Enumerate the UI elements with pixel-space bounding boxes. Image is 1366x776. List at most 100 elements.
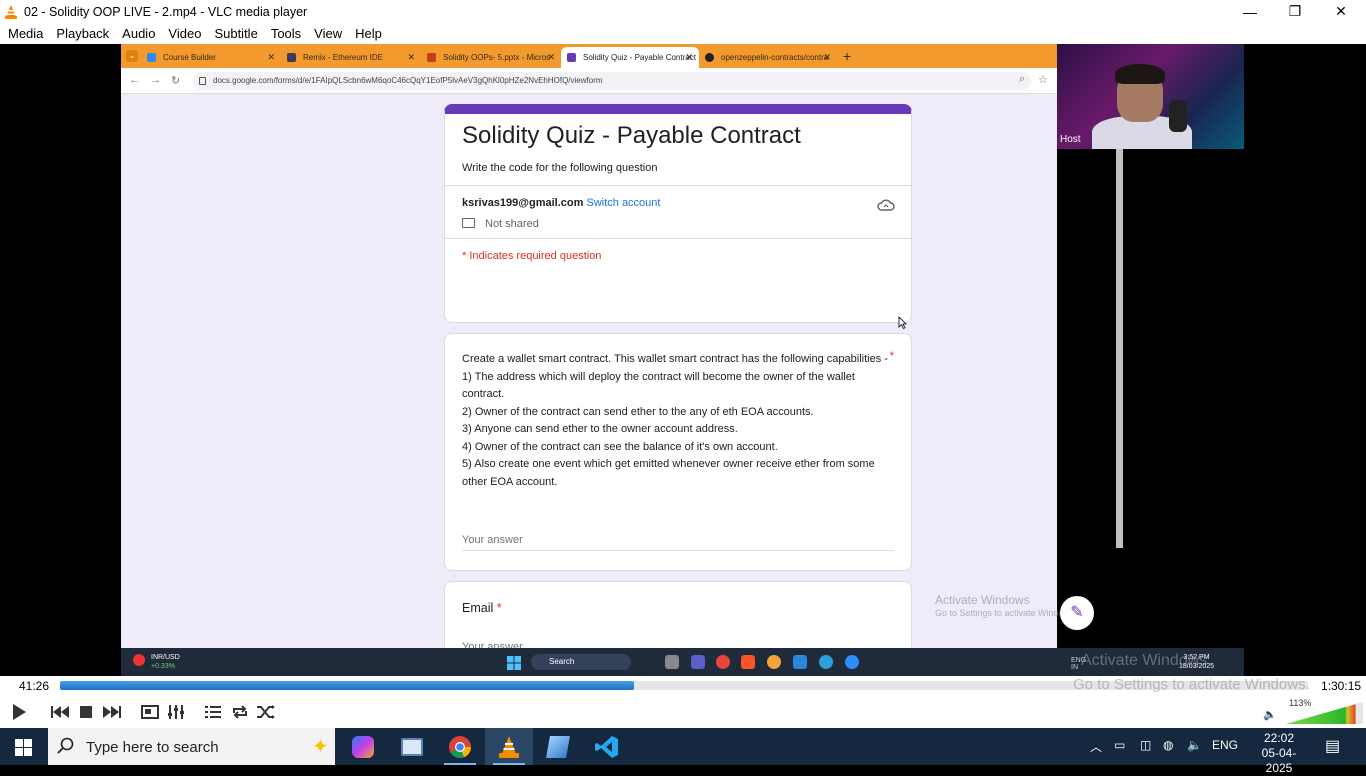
menu-view[interactable]: View xyxy=(314,26,342,41)
browser-tab: Remix - Ethereum IDE ✕ xyxy=(281,47,421,68)
shuffle-button[interactable] xyxy=(253,700,279,724)
system-clock[interactable]: 22:02 05-04-2025 xyxy=(1251,731,1307,776)
mouse-cursor-icon xyxy=(898,316,907,329)
favicon-icon xyxy=(427,53,436,62)
brave-icon xyxy=(741,655,755,669)
email-question-label: Email * xyxy=(462,601,502,615)
tab-close-icon: ✕ xyxy=(267,52,275,62)
browser-tab: openzeppelin-contracts/contra ✕ xyxy=(699,47,837,68)
windows-taskbar: Type here to search ✦ ︿ ▭ ◫ ◍ 🔈 ENG 22:0… xyxy=(0,728,1366,775)
menu-playback[interactable]: Playback xyxy=(56,26,109,41)
extended-settings-button[interactable] xyxy=(163,700,189,724)
github-icon xyxy=(705,53,714,62)
zoom-icon: ⌕ xyxy=(1019,73,1026,85)
volume-slider[interactable] xyxy=(1286,702,1363,724)
required-note: * Indicates required question xyxy=(462,250,602,262)
notifications-icon[interactable]: ▤ xyxy=(1325,736,1340,756)
play-icon xyxy=(13,704,26,720)
search-icon xyxy=(57,737,74,754)
required-star: * xyxy=(889,350,894,362)
search-highlight-sparkle-icon: ✦ xyxy=(312,736,329,758)
menu-help[interactable]: Help xyxy=(355,26,382,41)
reload-icon: ↻ xyxy=(171,75,181,87)
favicon-icon xyxy=(147,53,156,62)
copilot-icon xyxy=(352,735,374,758)
form-description: Write the code for the following questio… xyxy=(462,162,658,174)
activate-windows-watermark-recorded: Activate Windows xyxy=(1081,652,1208,669)
start-windows-icon[interactable] xyxy=(15,739,32,756)
tab-close-icon: ✕ xyxy=(407,52,415,62)
tab-close-icon: ✕ xyxy=(823,52,831,62)
next-button[interactable] xyxy=(99,700,125,724)
taskbar-app[interactable] xyxy=(534,728,582,765)
browser-tab: Solidity OOPs- 5.pptx - Micros ✕ xyxy=(421,47,561,68)
chrome-icon xyxy=(716,655,730,669)
taskbar-search-box[interactable]: Type here to search ✦ xyxy=(48,728,335,765)
activate-windows-subtext: Go to Settings to activate Windows. xyxy=(935,608,1078,618)
taskbar-file-explorer[interactable] xyxy=(388,728,436,765)
answer-field: Your answer xyxy=(462,534,894,551)
taskbar-copilot[interactable] xyxy=(339,728,387,765)
menu-subtitle[interactable]: Subtitle xyxy=(214,26,257,41)
url-field: docs.google.com/forms/d/e/1FAIpQLScbn6wM… xyxy=(193,72,1031,90)
vlc-menu-bar: Media Playback Audio Video Subtitle Tool… xyxy=(0,23,1366,44)
play-button[interactable] xyxy=(6,700,32,724)
tab-close-icon: ✕ xyxy=(685,52,693,62)
restore-button[interactable]: ❐ xyxy=(1272,0,1318,23)
taskbar-vlc[interactable] xyxy=(485,728,533,765)
question-card: Create a wallet smart contract. This wal… xyxy=(444,333,912,571)
loop-button[interactable] xyxy=(227,700,253,724)
vlc-icon xyxy=(499,735,519,758)
close-button[interactable]: ✕ xyxy=(1318,0,1364,23)
zoom-app-icon xyxy=(845,655,859,669)
battery-network-icon[interactable]: ▭ xyxy=(1114,738,1125,752)
microphone-icon xyxy=(1169,100,1187,132)
menu-audio[interactable]: Audio xyxy=(122,26,155,41)
presenter-hair xyxy=(1115,64,1165,84)
speaker-icon[interactable]: 🔈 xyxy=(1263,708,1277,721)
tab-label: Solidity Quiz - Payable Contract xyxy=(583,53,696,62)
network-globe-icon[interactable]: ◍ xyxy=(1163,738,1173,752)
menu-video[interactable]: Video xyxy=(168,26,201,41)
cloud-saved-icon xyxy=(877,199,895,211)
back-icon: ← xyxy=(129,74,140,86)
email-label-text: Email xyxy=(462,601,494,615)
chrome-canary-icon xyxy=(767,655,781,669)
search-placeholder: Type here to search xyxy=(86,739,219,756)
browser-tab: Course Builder ✕ xyxy=(141,47,281,68)
playlist-button[interactable] xyxy=(200,700,226,724)
video-area[interactable]: ⌄ Course Builder ✕ Remix - Ethereum IDE … xyxy=(0,44,1366,676)
question-line: 2) Owner of the contract can send ether … xyxy=(462,405,814,418)
menu-media[interactable]: Media xyxy=(8,26,43,41)
input-language[interactable]: ENG xyxy=(1212,738,1238,752)
show-hidden-icons-icon[interactable]: ︿ xyxy=(1090,738,1102,755)
elapsed-time: 41:26 xyxy=(19,679,50,693)
clock-date: 05-04-2025 xyxy=(1261,746,1297,775)
equalizer-icon xyxy=(168,705,184,719)
recorded-search-box: Search xyxy=(531,654,631,670)
form-header-card: Solidity Quiz - Payable Contract Write t… xyxy=(444,104,912,323)
previous-button[interactable] xyxy=(47,700,73,724)
question-line: Create a wallet smart contract. This wal… xyxy=(462,353,888,365)
tab-label: Course Builder xyxy=(163,53,216,62)
fullscreen-button[interactable] xyxy=(137,700,163,724)
minimize-button[interactable]: — xyxy=(1227,0,1273,23)
taskbar-vscode[interactable] xyxy=(583,728,631,765)
shuffle-icon xyxy=(257,705,275,719)
taskbar-chrome[interactable] xyxy=(436,728,484,765)
vlc-controls: 🔈 113% xyxy=(0,696,1366,728)
required-star: * xyxy=(496,601,502,615)
fullscreen-icon xyxy=(141,705,159,719)
browser-address-bar: ← → ↻ docs.google.com/forms/d/e/1FAIpQLS… xyxy=(121,68,1057,94)
ticker-name: INR/USD xyxy=(151,654,180,661)
stock-ticker: INR/USD +0.33% xyxy=(151,653,180,671)
stop-button[interactable] xyxy=(73,700,99,724)
email-answer-field: Your answer xyxy=(462,641,677,648)
browser-tab-active: Solidity Quiz - Payable Contract ✕ xyxy=(561,47,699,68)
vscode-icon xyxy=(595,735,618,758)
email-question-card: Email * Your answer xyxy=(444,581,912,648)
edit-pencil-icon: ✎ xyxy=(1060,596,1094,630)
meet-now-icon[interactable]: ◫ xyxy=(1140,738,1151,752)
volume-tray-icon[interactable]: 🔈 xyxy=(1187,738,1202,752)
menu-tools[interactable]: Tools xyxy=(271,26,301,41)
